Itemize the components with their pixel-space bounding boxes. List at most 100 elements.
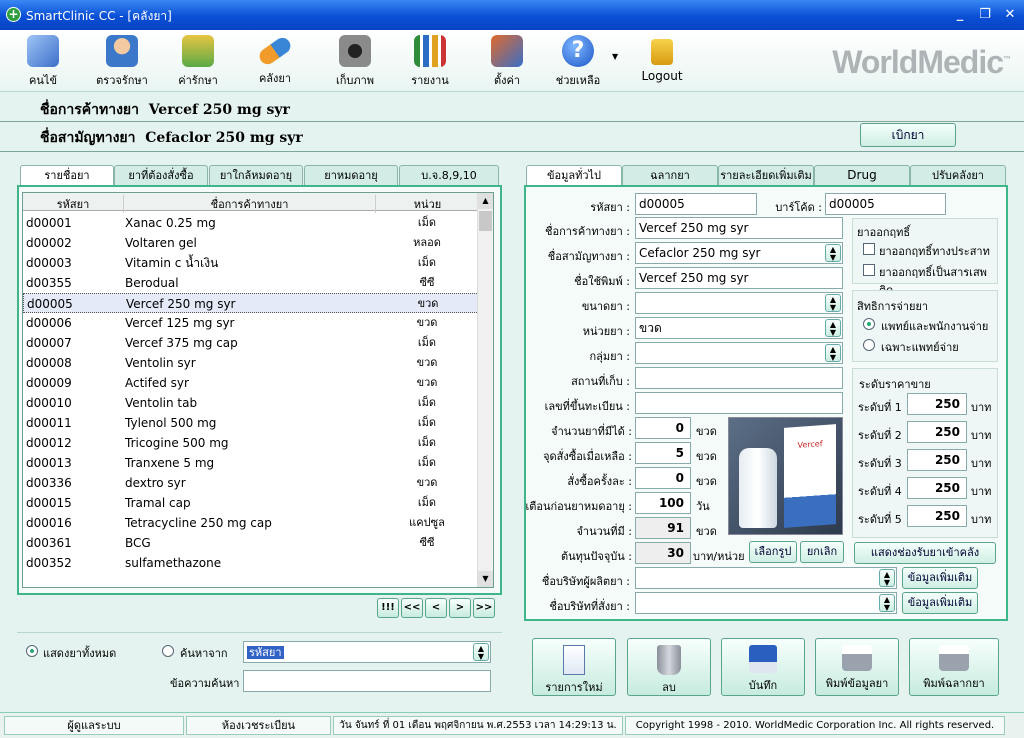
choose-image-button[interactable]: เลือกรูป bbox=[749, 541, 797, 563]
chevron-updown-icon[interactable]: ▲ ▼ bbox=[825, 319, 841, 337]
table-row[interactable]: d00007 Vercef 375 mg cap เม็ด bbox=[23, 333, 479, 353]
chevron-updown-icon[interactable]: ▲ ▼ bbox=[879, 594, 895, 612]
delete-button[interactable]: ลบ bbox=[627, 638, 711, 696]
table-row[interactable]: d00011 Tylenol 500 mg เม็ด bbox=[23, 413, 479, 433]
code-input[interactable]: d00005 bbox=[635, 193, 757, 215]
toolbar-report-button[interactable]: รายงาน bbox=[405, 33, 455, 91]
toolbar-logout-button[interactable]: Logout bbox=[636, 33, 688, 91]
show-all-radio[interactable] bbox=[26, 645, 38, 657]
unit-select[interactable]: ขวด ▲ ▼ bbox=[635, 317, 843, 339]
save-button[interactable]: บันทึก bbox=[721, 638, 805, 696]
toolbar-help-button[interactable]: ? ช่วยเหลือ bbox=[552, 33, 604, 91]
column-header[interactable]: ชื่อการค้าทางยา bbox=[123, 195, 375, 213]
price-level-input[interactable]: 250 bbox=[907, 393, 967, 415]
table-row[interactable]: d00010 Ventolin tab เม็ด bbox=[23, 393, 479, 413]
restore-button[interactable]: ❐ bbox=[975, 5, 995, 25]
chevron-updown-icon[interactable]: ▲ ▼ bbox=[825, 294, 841, 312]
price-level-input[interactable]: 250 bbox=[907, 505, 967, 527]
scroll-up-icon[interactable]: ▲ bbox=[478, 193, 493, 209]
quantity-input[interactable]: 0 bbox=[635, 417, 691, 439]
new-record-button[interactable]: รายการใหม่ bbox=[532, 638, 616, 696]
tab-expired[interactable]: ยาหมดอายุ bbox=[304, 165, 398, 185]
close-button[interactable]: ✕ bbox=[1000, 5, 1020, 25]
manufacturer-select[interactable]: ▲ ▼ bbox=[635, 567, 897, 589]
drug-list-table[interactable]: รหัสยา ชื่อการค้าทางยา หน่วย d00001 Xanac… bbox=[22, 192, 494, 588]
price-level-input[interactable]: 250 bbox=[907, 477, 967, 499]
column-header[interactable]: หน่วย bbox=[375, 195, 479, 213]
toolbar-settings-button[interactable]: ตั้งค่า bbox=[482, 33, 532, 91]
tab-general[interactable]: ข้อมูลทั่วไป bbox=[526, 165, 622, 185]
tab-to-order[interactable]: ยาที่ต้องสั่งซื้อ bbox=[114, 165, 208, 185]
chevron-updown-icon[interactable]: ▲ ▼ bbox=[825, 344, 841, 362]
product-image[interactable]: Vercef bbox=[728, 417, 843, 535]
table-row[interactable]: d00006 Vercef 125 mg syr ขวด bbox=[23, 313, 479, 333]
search-by-radio[interactable] bbox=[162, 645, 174, 657]
print-name-input[interactable]: Vercef 250 mg syr bbox=[635, 267, 843, 289]
registration-input[interactable] bbox=[635, 392, 843, 414]
table-row[interactable]: d00352 sulfamethazone bbox=[23, 553, 479, 573]
chevron-updown-icon[interactable]: ▲ ▼ bbox=[825, 244, 841, 262]
minimize-button[interactable]: _ bbox=[950, 5, 970, 25]
print-label-button[interactable]: พิมพ์ฉลากยา bbox=[909, 638, 999, 696]
group-select[interactable]: ▲ ▼ bbox=[635, 342, 843, 364]
toolbar-image-button[interactable]: เก็บภาพ bbox=[330, 33, 380, 91]
rights-option-1-radio[interactable] bbox=[863, 318, 875, 330]
keyword-input[interactable] bbox=[243, 670, 491, 692]
generic-name-select[interactable]: Cefaclor 250 mg syr ▲ ▼ bbox=[635, 242, 843, 264]
price-level-input[interactable]: 250 bbox=[907, 449, 967, 471]
tab-near-expiry[interactable]: ยาใกล้หมดอายุ bbox=[209, 165, 303, 185]
tab-report-bj[interactable]: บ.จ.8,9,10 bbox=[399, 165, 499, 185]
table-row[interactable]: d00005 Vercef 250 mg syr ขวด bbox=[23, 293, 479, 313]
table-row[interactable]: d00015 Tramal cap เม็ด bbox=[23, 493, 479, 513]
next-record-button[interactable]: > bbox=[449, 598, 471, 618]
print-drug-info-button[interactable]: พิมพ์ข้อมูลยา bbox=[815, 638, 899, 696]
size-select[interactable]: ▲ ▼ bbox=[635, 292, 843, 314]
table-row[interactable]: d00361 BCG ซีซี bbox=[23, 533, 479, 553]
location-input[interactable] bbox=[635, 367, 843, 389]
scroll-thumb[interactable] bbox=[479, 211, 492, 231]
tab-drug-list[interactable]: รายชื่อยา bbox=[20, 165, 114, 185]
chevron-updown-icon[interactable]: ▲ ▼ bbox=[473, 643, 489, 661]
tab-drug-interaction[interactable]: Drug Interaction bbox=[814, 165, 910, 201]
table-row[interactable]: d00003 Vitamin c น้ำเงิน เม็ด bbox=[23, 253, 479, 273]
narcotic-checkbox[interactable] bbox=[863, 264, 875, 276]
barcode-input[interactable]: d00005 bbox=[825, 193, 946, 215]
table-row[interactable]: d00013 Tranxene 5 mg เม็ด bbox=[23, 453, 479, 473]
table-row[interactable]: d00355 Berodual ซีซี bbox=[23, 273, 479, 293]
toolbar-pharmacy-button[interactable]: คลังยา bbox=[250, 33, 300, 91]
price-level-input[interactable]: 250 bbox=[907, 421, 967, 443]
table-row[interactable]: d00001 Xanac 0.25 mg เม็ด bbox=[23, 213, 479, 233]
tab-adjust-stock[interactable]: ปรับคลังยา bbox=[910, 165, 1006, 185]
table-row[interactable]: d00008 Ventolin syr ขวด bbox=[23, 353, 479, 373]
first-record-button[interactable]: !!! bbox=[377, 598, 399, 618]
supplier-select[interactable]: ▲ ▼ bbox=[635, 592, 897, 614]
tab-label[interactable]: ฉลากยา bbox=[622, 165, 718, 185]
table-row[interactable]: d00016 Tetracycline 250 mg cap แคปซูล bbox=[23, 513, 479, 533]
show-receive-stock-button[interactable]: แสดงช่องรับยาเข้าคลัง bbox=[854, 542, 996, 564]
scroll-down-icon[interactable]: ▼ bbox=[478, 571, 493, 587]
psychotropic-checkbox[interactable] bbox=[863, 243, 875, 255]
toolbar-examine-button[interactable]: ตรวจรักษา bbox=[92, 33, 152, 91]
table-row[interactable]: d00012 Tricogine 500 mg เม็ด bbox=[23, 433, 479, 453]
help-dropdown-arrow-icon[interactable]: ▼ bbox=[612, 52, 618, 61]
toolbar-patient-button[interactable]: คนไข้ bbox=[18, 33, 68, 91]
trade-name-input[interactable]: Vercef 250 mg syr bbox=[635, 217, 843, 239]
next-page-button[interactable]: >> bbox=[473, 598, 495, 618]
expire-warn-input[interactable]: 100 bbox=[635, 492, 691, 514]
table-row[interactable]: d00002 Voltaren gel หลอด bbox=[23, 233, 479, 253]
reorder-input[interactable]: 5 bbox=[635, 442, 691, 464]
supplier-more-button[interactable]: ข้อมูลเพิ่มเติม bbox=[902, 592, 978, 614]
tab-details[interactable]: รายละเอียดเพิ่มเติม bbox=[718, 165, 814, 185]
dispense-button[interactable]: เบิกยา bbox=[860, 123, 956, 147]
chevron-updown-icon[interactable]: ▲ ▼ bbox=[879, 569, 895, 587]
manufacturer-more-button[interactable]: ข้อมูลเพิ่มเติม bbox=[902, 567, 978, 589]
table-row[interactable]: d00009 Actifed syr ขวด bbox=[23, 373, 479, 393]
list-scrollbar[interactable]: ▲ ▼ bbox=[477, 193, 493, 587]
toolbar-fee-button[interactable]: ค่ารักษา bbox=[172, 33, 224, 91]
prev-record-button[interactable]: < bbox=[425, 598, 447, 618]
table-row[interactable]: d00336 dextro syr ขวด bbox=[23, 473, 479, 493]
search-field-select[interactable]: รหัสยา ▲ ▼ bbox=[243, 641, 491, 663]
rights-option-2-radio[interactable] bbox=[863, 339, 875, 351]
order-qty-input[interactable]: 0 bbox=[635, 467, 691, 489]
prev-page-button[interactable]: << bbox=[401, 598, 423, 618]
